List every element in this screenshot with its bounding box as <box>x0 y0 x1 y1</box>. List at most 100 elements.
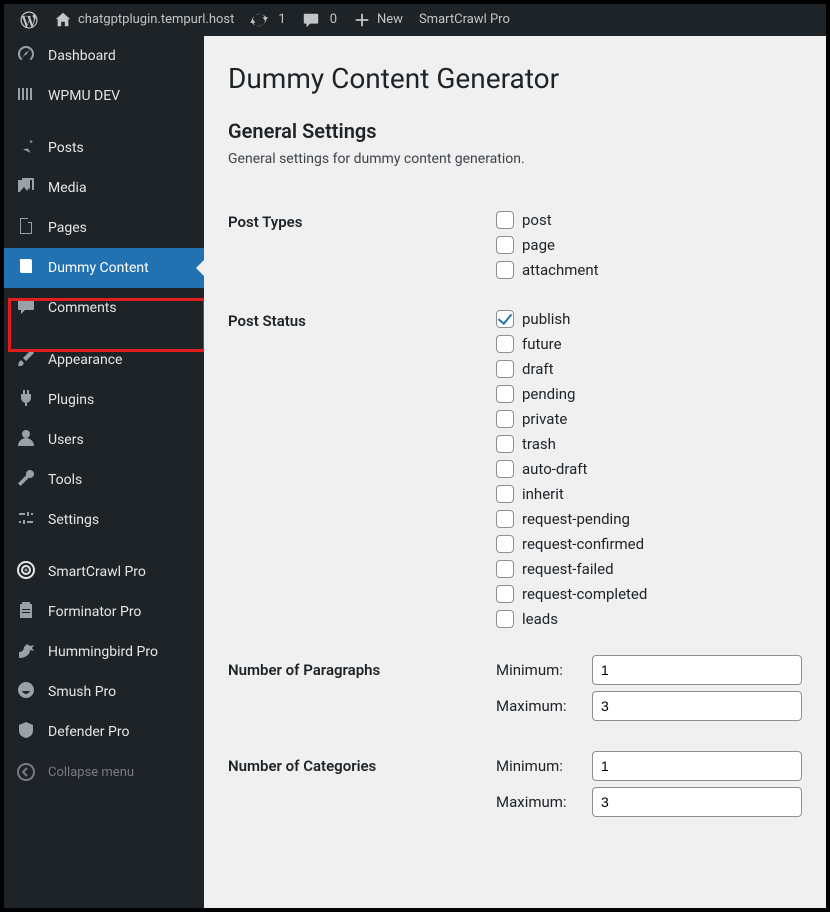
post-type-checkbox-page[interactable] <box>496 236 514 254</box>
post-status-option: auto-draft <box>496 456 802 481</box>
post-status-option-label: trash <box>522 435 556 453</box>
sidebar-item-label: Tools <box>48 472 82 488</box>
comment-icon <box>16 296 36 320</box>
adminbar-smartcrawl[interactable]: SmartCrawl Pro <box>411 4 518 36</box>
post-status-checkbox-draft[interactable] <box>496 360 514 378</box>
adminbar-new-label: New <box>377 4 403 36</box>
wpmudev-icon <box>16 84 36 108</box>
post-status-option: request-pending <box>496 506 802 531</box>
post-status-option-label: publish <box>522 310 570 328</box>
update-icon <box>250 11 268 29</box>
sidebar-item-label: Hummingbird Pro <box>48 644 158 660</box>
post-status-option: future <box>496 331 802 356</box>
adminbar-comments[interactable]: 0 <box>294 4 345 36</box>
post-status-option-label: request-completed <box>522 585 647 603</box>
bird-icon <box>16 640 36 664</box>
post-status-checkbox-pending[interactable] <box>496 385 514 403</box>
sidebar-item-label: Forminator Pro <box>48 604 141 620</box>
num-paragraphs-max-input[interactable] <box>592 691 802 721</box>
home-icon <box>54 11 72 29</box>
post-status-checkbox-trash[interactable] <box>496 435 514 453</box>
adminbar-site-home[interactable]: chatgptplugin.tempurl.host <box>46 4 242 36</box>
post-status-option-label: request-failed <box>522 560 614 578</box>
sidebar-item-media[interactable]: Media <box>4 168 204 208</box>
admin-sidebar: DashboardWPMU DEV Posts Media Pages Dummy Co… <box>4 36 204 908</box>
post-type-option: post <box>496 207 802 232</box>
post-status-checkbox-request-confirmed[interactable] <box>496 535 514 553</box>
brush-icon <box>16 348 36 372</box>
adminbar: chatgptplugin.tempurl.host 1 0 New Smart… <box>4 4 826 36</box>
post-type-checkbox-attachment[interactable] <box>496 261 514 279</box>
wrench-icon <box>16 468 36 492</box>
post-status-checkbox-auto-draft[interactable] <box>496 460 514 478</box>
adminbar-wp-logo[interactable] <box>12 11 46 29</box>
target-icon <box>16 560 36 584</box>
sidebar-item-comments[interactable]: Comments <box>4 288 204 328</box>
num-categories-min-input[interactable] <box>592 751 802 781</box>
num-paragraphs-max-label: Maximum: <box>496 697 584 715</box>
num-categories-max-input[interactable] <box>592 787 802 817</box>
post-type-checkbox-post[interactable] <box>496 211 514 229</box>
field-label-num-categories: Number of Categories <box>228 739 496 835</box>
post-status-option-label: draft <box>522 360 554 378</box>
comment-icon <box>302 11 320 29</box>
sidebar-item-dummy[interactable]: Dummy Content <box>4 248 204 288</box>
sidebar-item-label: Settings <box>48 512 99 528</box>
post-type-option: attachment <box>496 257 802 282</box>
post-status-checkbox-publish[interactable] <box>496 310 514 328</box>
post-status-option: private <box>496 406 802 431</box>
post-status-checkbox-request-completed[interactable] <box>496 585 514 603</box>
sidebar-item-label: Comments <box>48 300 117 316</box>
sidebar-item-hummingbird[interactable]: Hummingbird Pro <box>4 632 204 672</box>
sidebar-item-smush[interactable]: Smush Pro <box>4 672 204 712</box>
post-status-checkbox-leads[interactable] <box>496 610 514 628</box>
menu-separator <box>4 328 204 340</box>
adminbar-new[interactable]: New <box>345 4 411 36</box>
sidebar-item-appearance[interactable]: Appearance <box>4 340 204 380</box>
sidebar-item-label: Posts <box>48 140 84 156</box>
menu-separator <box>4 540 204 552</box>
adminbar-updates[interactable]: 1 <box>242 4 293 36</box>
sidebar-item-users[interactable]: Users <box>4 420 204 460</box>
sidebar-item-tools[interactable]: Tools <box>4 460 204 500</box>
sidebar-item-smartcrawl[interactable]: SmartCrawl Pro <box>4 552 204 592</box>
user-icon <box>16 428 36 452</box>
smush-icon <box>16 680 36 704</box>
collapse-menu-button[interactable]: Collapse menu <box>4 752 204 792</box>
sidebar-item-pages[interactable]: Pages <box>4 208 204 248</box>
num-paragraphs-min-input[interactable] <box>592 655 802 685</box>
sidebar-item-label: Pages <box>48 220 87 236</box>
post-status-checkbox-inherit[interactable] <box>496 485 514 503</box>
post-status-option-label: inherit <box>522 485 564 503</box>
post-status-option-label: request-confirmed <box>522 535 644 553</box>
post-status-checkbox-private[interactable] <box>496 410 514 428</box>
sidebar-item-posts[interactable]: Posts <box>4 128 204 168</box>
field-label-post-types: Post Types <box>228 195 496 294</box>
sidebar-item-wpmudev[interactable]: WPMU DEV <box>4 76 204 116</box>
adminbar-smartcrawl-label: SmartCrawl Pro <box>419 4 510 36</box>
post-type-option: page <box>496 232 802 257</box>
post-status-checkbox-future[interactable] <box>496 335 514 353</box>
page-title: Dummy Content Generator <box>228 62 802 95</box>
sidebar-item-settings[interactable]: Settings <box>4 500 204 540</box>
post-status-options: publishfuturedraftpendingprivatetrashaut… <box>496 294 802 643</box>
post-status-checkbox-request-pending[interactable] <box>496 510 514 528</box>
sidebar-item-plugins[interactable]: Plugins <box>4 380 204 420</box>
pages-icon <box>16 216 36 240</box>
collapse-menu-label: Collapse menu <box>48 765 134 780</box>
sidebar-item-dashboard[interactable]: Dashboard <box>4 36 204 76</box>
adminbar-comments-count: 0 <box>330 4 337 36</box>
sidebar-item-defender[interactable]: Defender Pro <box>4 712 204 752</box>
sidebar-item-forminator[interactable]: Forminator Pro <box>4 592 204 632</box>
adminbar-updates-count: 1 <box>278 4 285 36</box>
sidebar-item-label: Media <box>48 180 87 196</box>
post-status-checkbox-request-failed[interactable] <box>496 560 514 578</box>
field-label-num-paragraphs: Number of Paragraphs <box>228 643 496 739</box>
sidebar-item-label: SmartCrawl Pro <box>48 564 146 580</box>
post-types-options: postpageattachment <box>496 195 802 294</box>
section-description: General settings for dummy content gener… <box>228 151 802 167</box>
menu-separator <box>4 116 204 128</box>
num-categories-max-label: Maximum: <box>496 793 584 811</box>
adminbar-site-name: chatgptplugin.tempurl.host <box>78 4 234 36</box>
sidebar-item-label: Appearance <box>48 352 122 368</box>
